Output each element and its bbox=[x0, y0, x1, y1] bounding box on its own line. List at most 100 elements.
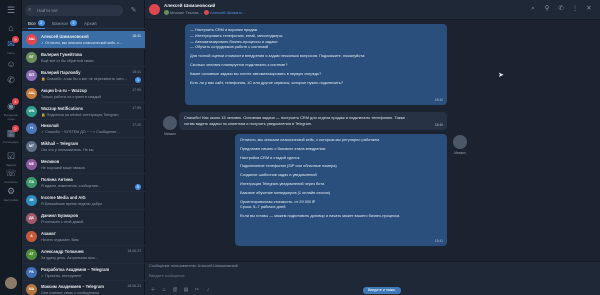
avatar: ВП bbox=[26, 69, 37, 81]
chat-name: Максим Академиев – Telegram bbox=[41, 284, 104, 290]
chat-time: 17:59 bbox=[132, 87, 141, 92]
avatar: МА bbox=[26, 284, 37, 295]
mention-icon[interactable]: @ bbox=[171, 286, 179, 294]
chat-preview: Я ждаем, изменения, сообщения… bbox=[41, 184, 102, 189]
phone-icon[interactable]: ✆ bbox=[556, 4, 566, 14]
chat-list-item[interactable]: ПА Полина Антина Я ждаем, изменения, сообщ… bbox=[22, 174, 145, 193]
chat-list-item[interactable]: АЩ Акции b-a-ru – Wazzup Только работы на … bbox=[22, 85, 145, 103]
send-button[interactable]: Введите и нажм. bbox=[363, 287, 401, 294]
chat-list-item[interactable]: MT Mikhail – Telegram Ого что у пользовате… bbox=[22, 138, 145, 157]
chat-list-item[interactable]: А Азамат Ничего отдыхает, Вам bbox=[22, 228, 145, 246]
sender-name: Михаил bbox=[164, 132, 176, 136]
more-icon[interactable]: ⋮ bbox=[570, 4, 580, 14]
avatar: МЕ bbox=[26, 159, 37, 171]
left-rail: ☰ ⌂ ✉ Чаты 9 ☺ ✆ ◉ Входящие лиды 4 ▦ Календарь 2 ☑ Зад… bbox=[0, 0, 22, 295]
mic-icon[interactable]: ♪ bbox=[204, 286, 212, 294]
avatar: А bbox=[26, 230, 37, 242]
mouse-cursor-icon: ➤ bbox=[498, 72, 504, 79]
tab-all-label: Все bbox=[28, 21, 36, 26]
app-window: ☰ ⌂ ✉ Чаты 9 ☺ ✆ ◉ Входящие лиды 4 ▦ Календарь 2 ☑ Зад… bbox=[0, 0, 600, 295]
chat-list-item[interactable]: ВП Валерий Парловбу 🔒 Спасибо, а как бы я … bbox=[22, 67, 145, 85]
tab-important-badge: 2 bbox=[70, 20, 78, 26]
message-input[interactable]: Введите сообщение bbox=[149, 274, 589, 278]
search-icon[interactable]: ⌕ bbox=[528, 4, 538, 14]
chat-list-item[interactable]: ДБ Даниил Бузмаров Я согласен с этой дамой bbox=[22, 210, 145, 228]
rail-label: Входящие лиды bbox=[3, 113, 19, 121]
participant-1[interactable]: Михаил Теклов... bbox=[170, 10, 202, 15]
participant-2[interactable]: Алексей Шимано... bbox=[210, 10, 245, 15]
clip-icon[interactable]: ✂ bbox=[193, 286, 201, 294]
attach-icon[interactable]: ＋ bbox=[149, 286, 157, 294]
search-input[interactable]: ⌕ Найти чат bbox=[25, 5, 123, 16]
message-incoming[interactable]: Спасибо! Нас около 15 человек. Основная … bbox=[179, 112, 447, 130]
avatar: АТ bbox=[26, 248, 37, 260]
chat-list-item[interactable]: АТ Александр Топкачев За удачу день. Актуа… bbox=[22, 246, 145, 264]
avatar: АЩ bbox=[26, 87, 37, 99]
tasks-icon[interactable]: ☑ bbox=[5, 150, 17, 162]
message-outgoing[interactable]: Отлично, мы описали классический кейс, с… bbox=[235, 134, 447, 246]
chat-preview: За удачу день. Актуальная мои… bbox=[41, 255, 99, 260]
composer-recipient: Сообщение пользователю: Алексей Шимановс… bbox=[149, 264, 238, 268]
avatar[interactable] bbox=[453, 135, 467, 149]
chat-tabs: Все 2 Важное 2 Архив bbox=[22, 19, 145, 29]
chat-list-item[interactable]: Н Николай ✓ Спасибо ~ SYSTEM ДО ~ ~ > Сооб… bbox=[22, 120, 145, 139]
tab-archive-label: Архив bbox=[84, 21, 97, 26]
chat-list-item[interactable]: АШ Алексей Шимановский ✓ Отлично, мы описа… bbox=[22, 31, 145, 49]
people-icon[interactable]: ☺ bbox=[5, 58, 17, 70]
chat-list-item[interactable]: WN Wazzup Notifications 🔒 Подключи на wfob… bbox=[22, 103, 145, 121]
chat-list-item[interactable]: IM Income Media and AIG Я Ближайшие время … bbox=[22, 192, 145, 210]
chat-time: 18:41 bbox=[132, 34, 141, 38]
compose-icon[interactable]: ✎ bbox=[128, 5, 139, 16]
chat-preview: ✓ Проекты, инструмент bbox=[41, 273, 82, 278]
rail-badge: 9 bbox=[12, 36, 19, 43]
avatar: WN bbox=[26, 105, 37, 117]
chat-view: Алексей Шимановский Михаил Теклов... Але… bbox=[145, 0, 600, 295]
message-time: 18:40 bbox=[434, 97, 443, 102]
chat-preview: Только работы на стране в каждый bbox=[41, 94, 102, 99]
close-icon[interactable]: ✕ bbox=[584, 4, 594, 14]
chat-name: Wazzup Notifications bbox=[41, 105, 83, 111]
chat-preview: Ого что у пользователь. Не вы bbox=[41, 148, 94, 153]
message-area: — Настроить CRM и воронки продаж — Интегр… bbox=[145, 21, 600, 261]
rail-label: Контакты bbox=[4, 180, 18, 184]
tab-all-badge: 2 bbox=[37, 20, 45, 26]
chat-list-item[interactable]: РА Разработка Академия – Telegram ✓ Проект… bbox=[22, 264, 145, 282]
menu-icon[interactable]: ☰ bbox=[5, 4, 17, 16]
home-icon[interactable]: ⌂ bbox=[5, 22, 17, 34]
contacts-icon[interactable]: ☏ bbox=[5, 167, 17, 179]
phone-icon[interactable]: ✆ bbox=[5, 74, 17, 86]
message-outgoing[interactable]: — Настроить CRM и воронки продаж — Интегр… bbox=[185, 24, 447, 105]
avatar[interactable] bbox=[149, 4, 160, 15]
chat-name: Даниил Бузмаров bbox=[41, 212, 79, 218]
rail-badge: 4 bbox=[12, 98, 19, 105]
participants: Михаил Теклов... Алексей Шимано... bbox=[164, 10, 245, 15]
chat-name: Николай bbox=[41, 123, 59, 129]
chat-list-item[interactable]: МА Максим Академиев – Telegram Они считают… bbox=[22, 281, 145, 295]
template-icon[interactable]: ▤ bbox=[182, 286, 190, 294]
chat-name: Mikhail – Telegram bbox=[41, 141, 79, 147]
tab-important[interactable]: Важное 2 bbox=[52, 19, 78, 29]
tab-all[interactable]: Все 2 bbox=[28, 19, 45, 29]
participant-avatar bbox=[203, 10, 209, 15]
chat-list-item[interactable]: ВГ Валерия Гумейтова Ещё всё от бы обратно… bbox=[22, 49, 145, 67]
message-time: 18:41 bbox=[434, 238, 443, 243]
avatar[interactable] bbox=[5, 277, 17, 289]
tab-archive[interactable]: Архив bbox=[84, 19, 97, 29]
composer: Сообщение пользователю: Алексей Шимановс… bbox=[145, 261, 600, 295]
message-line: хотим видеть задачи по клиентам и получа… bbox=[184, 121, 313, 127]
sender-name: Михаил bbox=[454, 151, 466, 155]
chat-preview: ✓ Отлично, мы описали классический кейс,… bbox=[41, 41, 123, 45]
pin-icon[interactable]: ⚲ bbox=[542, 4, 552, 14]
chat-preview: Я Ближайшие время неделю добро bbox=[41, 202, 103, 207]
message-text: — Настроить CRM и воронки продаж — Интегр… bbox=[190, 27, 442, 85]
avatar[interactable] bbox=[163, 116, 177, 130]
chat-time: 18:41 bbox=[132, 69, 141, 74]
unread-badge: 5 bbox=[135, 184, 141, 191]
avatar: MT bbox=[26, 141, 37, 153]
chat-list-item[interactable]: МЕ Меликов Не хороший ваше связью bbox=[22, 156, 145, 175]
settings-icon[interactable]: ⚙ bbox=[5, 185, 17, 197]
chat-preview: Я согласен с этой дамой bbox=[41, 219, 84, 224]
message-time: 18:40 bbox=[434, 122, 443, 127]
chat-name: Разработка Академия – Telegram bbox=[41, 266, 110, 272]
emoji-icon[interactable]: ☺ bbox=[160, 286, 168, 294]
